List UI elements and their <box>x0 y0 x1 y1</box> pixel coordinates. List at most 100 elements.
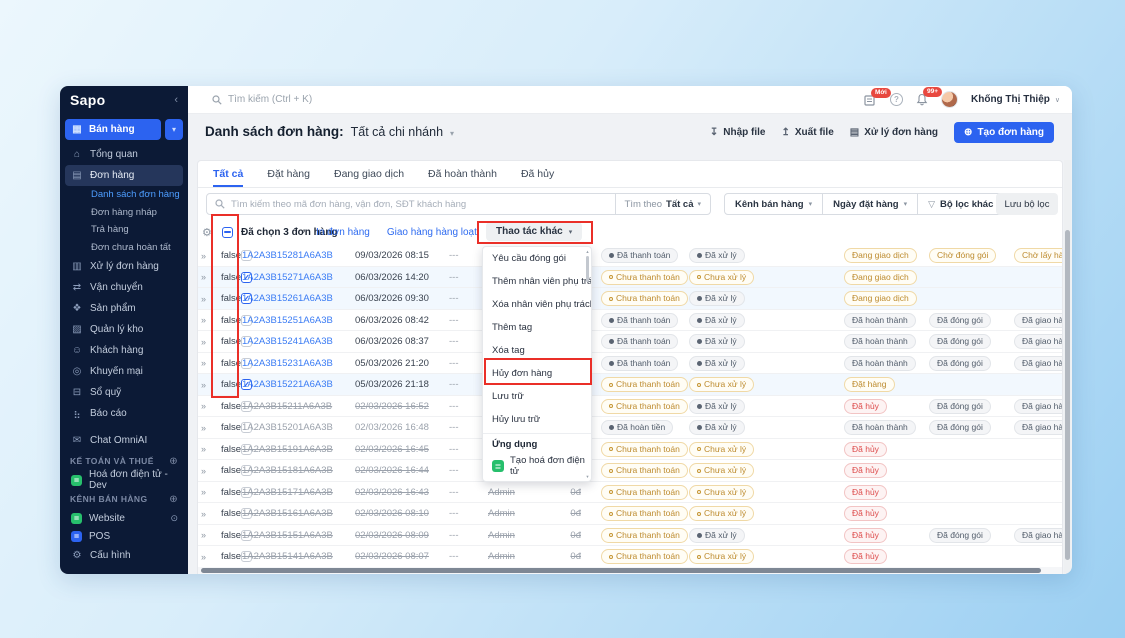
tab-tất-cả[interactable]: Tất cả <box>213 161 244 187</box>
sidebar-item-báo-cáo[interactable]: ⣦ Báo cáo <box>60 403 188 424</box>
order-link[interactable]: 1A2A3B15261A6A3B <box>242 288 333 310</box>
sidebar-subitem-trả-hàng[interactable]: Trả hàng <box>60 221 188 239</box>
order-date-filter[interactable]: Ngày đặt hàng ▾ <box>822 194 917 214</box>
status-badge: Đã xử lý <box>689 312 745 328</box>
export-file-button[interactable]: ↥ Xuất file <box>781 127 833 138</box>
status-badge-label: Đã hủy <box>852 486 879 497</box>
status-badge: Chưa thanh toán <box>601 291 688 307</box>
menu-scrollbar-thumb[interactable] <box>586 256 589 282</box>
status-badge-label: Đã hủy <box>852 443 879 454</box>
order-link[interactable]: 1A2A3B15271A6A3B <box>242 267 333 289</box>
order-link[interactable]: 1A2A3B15251A6A3B <box>242 310 333 332</box>
menu-item-xóa-nhân-viên-phụ-trách[interactable]: Xóa nhân viên phụ trách <box>483 293 591 316</box>
process-orders-button[interactable]: ▤ Xử lý đơn hàng <box>850 127 938 138</box>
notifications-bell[interactable]: 99+ <box>916 87 943 106</box>
order-search-input[interactable]: Tìm kiếm theo mã đơn hàng, vận đơn, SĐT … <box>206 193 711 215</box>
expand-row-icon[interactable]: » <box>201 460 206 482</box>
sidebar-item-quản-lý-kho[interactable]: ▨ Quản lý kho <box>60 319 188 340</box>
tab-đặt-hàng[interactable]: Đặt hàng <box>267 161 310 187</box>
expand-row-icon[interactable]: » <box>201 331 206 353</box>
user-avatar[interactable] <box>941 91 958 108</box>
sidebar-collapse-icon[interactable]: ‹ <box>174 94 178 106</box>
scroll-down-arrow-icon[interactable]: ▼ <box>585 474 590 479</box>
select-all-checkbox[interactable] <box>222 226 233 238</box>
expand-row-icon[interactable]: » <box>201 245 206 267</box>
document-icon: ▤ <box>849 127 860 138</box>
menu-item-hủy-lưu-trữ[interactable]: Hủy lưu trữ <box>483 408 591 431</box>
expand-row-icon[interactable]: » <box>201 525 206 547</box>
create-order-button[interactable]: ⊕ Tạo đơn hàng <box>954 122 1054 143</box>
more-actions-button[interactable]: Thao tác khác ▾ <box>486 222 583 241</box>
expand-row-icon[interactable]: » <box>201 546 206 567</box>
tab-đã-hủy[interactable]: Đã hủy <box>521 161 554 187</box>
expand-row-icon[interactable]: » <box>201 482 206 504</box>
sidebar-subitem-đơn-chưa-hoàn-tất[interactable]: Đơn chưa hoàn tất <box>60 239 188 257</box>
menu-scrollbar[interactable]: ▲ ▼ <box>585 249 590 479</box>
sidebar-item-tổng-quan[interactable]: ⌂ Tổng quan <box>60 144 188 165</box>
sidebar-item-cấu-hình[interactable]: ⚙ Cấu hình <box>60 545 188 566</box>
sidebar-item-khuyến-mại[interactable]: ◎ Khuyến mại <box>60 361 188 382</box>
sales-channel-filter[interactable]: Kênh bán hàng ▾ <box>725 194 822 214</box>
order-link[interactable]: 1A2A3B15231A6A3B <box>242 353 333 375</box>
plus-circle-icon[interactable]: ⊕ <box>169 494 178 505</box>
search-by-dropdown[interactable]: Tìm theo Tất cả ▾ <box>614 194 710 214</box>
branch-selector[interactable]: Tất cả chi nhánh <box>351 125 443 139</box>
sidebar-item-sản-phẩm[interactable]: ❖ Sản phẩm <box>60 298 188 319</box>
sidebar-item-xử-lý-đơn-hàng[interactable]: ▥ Xử lý đơn hàng <box>60 256 188 277</box>
menu-item-yêu-cầu-đóng-gói[interactable]: Yêu cầu đóng gói <box>483 247 591 270</box>
horizontal-scrollbar[interactable] <box>198 567 1062 574</box>
scroll-up-arrow-icon[interactable]: ▲ <box>585 249 590 254</box>
menu-item-hủy-đơn-hàng[interactable]: Hủy đơn hàng <box>483 362 591 385</box>
sidebar-item-chat-omniai[interactable]: ✉ Chat OmniAI <box>60 430 188 451</box>
sidebar-item-sổ-quỹ[interactable]: ⊟ Sổ quỹ <box>60 382 188 403</box>
import-file-button[interactable]: ↧ Nhập file <box>710 127 766 138</box>
sidebar-subitem-đơn-hàng-nháp[interactable]: Đơn hàng nháp <box>60 204 188 222</box>
save-filter-button[interactable]: Lưu bộ lọc <box>996 193 1058 215</box>
menu-item-xóa-tag[interactable]: Xóa tag <box>483 339 591 362</box>
sidebar-subitem-danh-sách-đơn-hàng[interactable]: Danh sách đơn hàng <box>60 186 188 204</box>
tab-đang-giao-dịch[interactable]: Đang giao dịch <box>334 161 404 187</box>
bulk-link-in-đơn-hàng[interactable]: In đơn hàng <box>316 227 370 238</box>
menu-item-thêm-tag[interactable]: Thêm tag <box>483 316 591 339</box>
tab-đã-hoàn-thành[interactable]: Đã hoàn thành <box>428 161 497 187</box>
sidebar-brand-caret[interactable]: ▾ <box>165 119 183 140</box>
help-icon[interactable]: ? <box>890 93 903 106</box>
vertical-scrollbar-thumb[interactable] <box>1065 230 1070 560</box>
expand-row-icon[interactable]: » <box>201 503 206 525</box>
sidebar-item-vận-chuyển[interactable]: ⇄ Vận chuyển <box>60 277 188 298</box>
sidebar-item-website[interactable]: ≣ Website ⊙ <box>60 509 188 527</box>
bulk-link-giao-hàng-hàng-loạt[interactable]: Giao hàng hàng loạt <box>387 227 477 238</box>
status-badge: Chưa xử lý <box>689 463 755 479</box>
user-menu[interactable]: Khống Thị Thiệp ∨ <box>971 94 1060 105</box>
more-filters-button[interactable]: ▽ Bộ lọc khác <box>917 194 1003 214</box>
expand-row-icon[interactable]: » <box>201 310 206 332</box>
sidebar-item-ban-hang[interactable]: ▦ Bán hàng <box>65 119 161 140</box>
table-row: » false 1A2A3B15191A6A3B 02/03/2026 16:45 --… <box>198 438 1062 461</box>
expand-row-icon[interactable]: » <box>201 396 206 418</box>
expand-row-icon[interactable]: » <box>201 417 206 439</box>
whats-new-icon[interactable]: Mới <box>864 87 891 106</box>
table-settings-gear-icon[interactable]: ⚙ <box>202 226 212 239</box>
order-link[interactable]: 1A2A3B15241A6A3B <box>242 331 333 353</box>
menu-item-lưu-trữ[interactable]: Lưu trữ <box>483 385 591 408</box>
menu-item-thêm-nhân-viên-phụ-trách[interactable]: Thêm nhân viên phụ trách <box>483 270 591 293</box>
order-link[interactable]: 1A2A3B15281A6A3B <box>242 245 333 267</box>
order-total: 0đ <box>570 486 581 498</box>
status-badge-label: Đã xử lý <box>705 336 737 347</box>
plus-circle-icon[interactable]: ⊕ <box>169 456 178 467</box>
sidebar-item-hoá-đơn-điện-tử---dev[interactable]: ≣ Hoá đơn điện tử - Dev <box>60 469 188 491</box>
order-link[interactable]: 1A2A3B15221A6A3B <box>242 374 333 396</box>
global-search-input[interactable]: Tìm kiếm (Ctrl + K) <box>212 94 312 105</box>
eye-icon[interactable]: ⊙ <box>170 513 178 524</box>
expand-row-icon[interactable]: » <box>201 439 206 461</box>
vertical-scrollbar[interactable] <box>1064 160 1071 574</box>
horizontal-scrollbar-thumb[interactable] <box>201 568 1041 573</box>
sidebar-item-khách-hàng[interactable]: ☺ Khách hàng <box>60 340 188 361</box>
sidebar-item-đơn-hàng[interactable]: ▤ Đơn hàng <box>65 165 183 186</box>
sidebar-item-pos[interactable]: ≣ POS <box>60 527 188 545</box>
expand-row-icon[interactable]: » <box>201 288 206 310</box>
expand-row-icon[interactable]: » <box>201 267 206 289</box>
expand-row-icon[interactable]: » <box>201 374 206 396</box>
expand-row-icon[interactable]: » <box>201 353 206 375</box>
menu-item-create-einvoice[interactable]: ≣ Tạo hoá đơn điện tử <box>483 454 591 478</box>
